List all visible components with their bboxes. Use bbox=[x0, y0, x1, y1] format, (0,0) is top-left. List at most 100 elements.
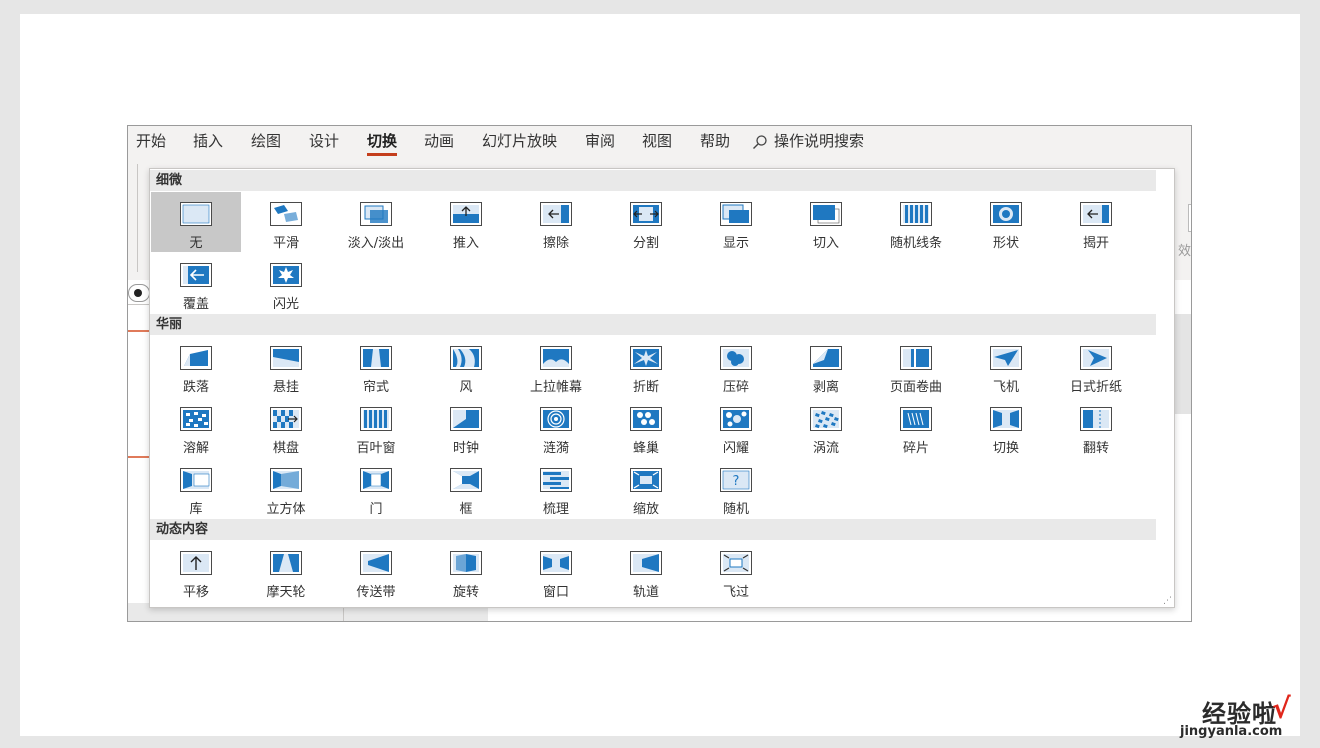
tab-slideshow[interactable]: 幻灯片放映 bbox=[482, 126, 557, 160]
transition-tile[interactable]: 飞过 bbox=[691, 541, 781, 601]
tab-insert[interactable]: 插入 bbox=[193, 126, 223, 160]
transition-tile[interactable]: 剥离 bbox=[781, 336, 871, 396]
random-bars-transition-icon bbox=[900, 202, 932, 226]
transition-tile[interactable]: 日式折纸 bbox=[1051, 336, 1141, 396]
peel-off-transition-icon bbox=[810, 346, 842, 370]
tab-draw[interactable]: 绘图 bbox=[251, 126, 281, 160]
gallery-scrollbar[interactable] bbox=[1156, 169, 1174, 607]
transition-tile[interactable]: 百叶窗 bbox=[331, 397, 421, 457]
doors-transition-icon bbox=[360, 468, 392, 492]
ribbon-tab-bar: 开始 插入 绘图 设计 切换 动画 幻灯片放映 审阅 视图 帮助 操作说明搜索 bbox=[128, 126, 1191, 160]
tell-me-search[interactable]: 操作说明搜索 bbox=[774, 126, 864, 160]
transition-label: 时钟 bbox=[452, 441, 479, 456]
transition-tile[interactable]: 上拉帷幕 bbox=[511, 336, 601, 396]
transition-tile[interactable]: 框 bbox=[421, 458, 511, 518]
transition-tile[interactable]: 折断 bbox=[601, 336, 691, 396]
transition-tile[interactable]: 平滑 bbox=[241, 192, 331, 252]
effect-options-button[interactable] bbox=[1188, 204, 1191, 232]
transition-tile[interactable]: 揭开 bbox=[1051, 192, 1141, 252]
transition-label: 梳理 bbox=[542, 502, 569, 517]
transition-tile[interactable]: 闪耀 bbox=[691, 397, 781, 457]
transition-tile[interactable]: 跌落 bbox=[151, 336, 241, 396]
transition-tile[interactable]: 擦除 bbox=[511, 192, 601, 252]
page-curl-transition-icon bbox=[900, 346, 932, 370]
transition-tile[interactable]: 碎片 bbox=[871, 397, 961, 457]
transition-tile[interactable]: 闪光 bbox=[241, 253, 331, 313]
watermark-check-icon: √ bbox=[1272, 692, 1291, 725]
transition-label: 轨道 bbox=[632, 585, 659, 600]
transition-tile[interactable]: 棋盘 bbox=[241, 397, 331, 457]
transition-tile[interactable]: 时钟 bbox=[421, 397, 511, 457]
transition-tile[interactable]: 覆盖 bbox=[151, 253, 241, 313]
transition-tile[interactable]: 传送带 bbox=[331, 541, 421, 601]
transition-label: 蜂巢 bbox=[632, 441, 659, 456]
fly-through-transition-icon bbox=[720, 551, 752, 575]
transition-tile[interactable]: 随机线条 bbox=[871, 192, 961, 252]
transition-tile[interactable]: 摩天轮 bbox=[241, 541, 331, 601]
transition-tile[interactable]: 蜂巢 bbox=[601, 397, 691, 457]
transition-tile[interactable]: 压碎 bbox=[691, 336, 781, 396]
tab-transitions[interactable]: 切换 bbox=[367, 126, 398, 160]
transition-label: 飞过 bbox=[722, 585, 749, 600]
transition-tile[interactable]: 立方体 bbox=[241, 458, 331, 518]
divider bbox=[128, 304, 150, 305]
transition-tile[interactable]: 涟漪 bbox=[511, 397, 601, 457]
tab-home[interactable]: 开始 bbox=[136, 126, 166, 160]
transition-tile[interactable]: 飞机 bbox=[961, 336, 1051, 396]
transition-label: 上拉帷幕 bbox=[529, 380, 582, 395]
transition-tile[interactable]: 梳理 bbox=[511, 458, 601, 518]
transition-tile[interactable]: ? 随机 bbox=[691, 458, 781, 518]
flip-transition-icon bbox=[1080, 407, 1112, 431]
transition-label: 帘式 bbox=[362, 380, 389, 395]
transition-tile[interactable]: 推入 bbox=[421, 192, 511, 252]
transition-tile[interactable]: 溶解 bbox=[151, 397, 241, 457]
curtains-transition-icon bbox=[360, 346, 392, 370]
transition-tile[interactable]: 切入 bbox=[781, 192, 871, 252]
transition-label: 分割 bbox=[632, 236, 659, 251]
glitter-transition-icon bbox=[720, 407, 752, 431]
transition-label: 框 bbox=[459, 502, 473, 517]
radio-button[interactable] bbox=[128, 284, 150, 302]
transition-tile[interactable]: 形状 bbox=[961, 192, 1051, 252]
transition-tile[interactable]: 窗口 bbox=[511, 541, 601, 601]
tab-view[interactable]: 视图 bbox=[642, 126, 672, 160]
transition-tile[interactable]: 显示 bbox=[691, 192, 781, 252]
transition-label: 覆盖 bbox=[182, 297, 209, 312]
wipe-transition-icon bbox=[540, 202, 572, 226]
transition-tile[interactable]: 风 bbox=[421, 336, 511, 396]
transition-tile[interactable]: 轨道 bbox=[601, 541, 691, 601]
fade-transition-icon bbox=[360, 202, 392, 226]
transition-tile[interactable]: 缩放 bbox=[601, 458, 691, 518]
comb-transition-icon bbox=[540, 468, 572, 492]
transition-tile[interactable]: 库 bbox=[151, 458, 241, 518]
transition-tile[interactable]: 悬挂 bbox=[241, 336, 331, 396]
tab-help[interactable]: 帮助 bbox=[700, 126, 730, 160]
flash-transition-icon bbox=[270, 263, 302, 287]
transition-tile[interactable]: 分割 bbox=[601, 192, 691, 252]
transition-label: 剥离 bbox=[812, 380, 839, 395]
transition-label: 缩放 bbox=[632, 502, 659, 517]
transition-tile[interactable]: 翻转 bbox=[1051, 397, 1141, 457]
transition-tile[interactable]: 淡入/淡出 bbox=[331, 192, 421, 252]
transition-tile[interactable]: 无 bbox=[151, 192, 241, 252]
resize-grip-icon[interactable]: ⋰ bbox=[1163, 597, 1172, 606]
transition-tile[interactable]: 切换 bbox=[961, 397, 1051, 457]
transition-tile[interactable]: 旋转 bbox=[421, 541, 511, 601]
gallery-transition-icon bbox=[180, 468, 212, 492]
transition-tile[interactable]: 涡流 bbox=[781, 397, 871, 457]
transition-tile[interactable]: 页面卷曲 bbox=[871, 336, 961, 396]
search-icon[interactable] bbox=[752, 134, 768, 150]
transition-tile[interactable]: 平移 bbox=[151, 541, 241, 601]
transition-tile[interactable]: 帘式 bbox=[331, 336, 421, 396]
transition-tile[interactable]: 门 bbox=[331, 458, 421, 518]
transition-label: 切入 bbox=[812, 236, 839, 251]
svg-text:?: ? bbox=[733, 474, 740, 489]
effect-options-label: 效 bbox=[1178, 244, 1192, 259]
transition-label: 淡入/淡出 bbox=[347, 236, 405, 251]
gallery-section-header: 华丽 bbox=[150, 314, 1156, 335]
scrollbar[interactable] bbox=[1174, 314, 1191, 414]
transition-label: 立方体 bbox=[266, 502, 306, 517]
tab-design[interactable]: 设计 bbox=[309, 126, 339, 160]
tab-review[interactable]: 审阅 bbox=[585, 126, 615, 160]
tab-animations[interactable]: 动画 bbox=[424, 126, 454, 160]
